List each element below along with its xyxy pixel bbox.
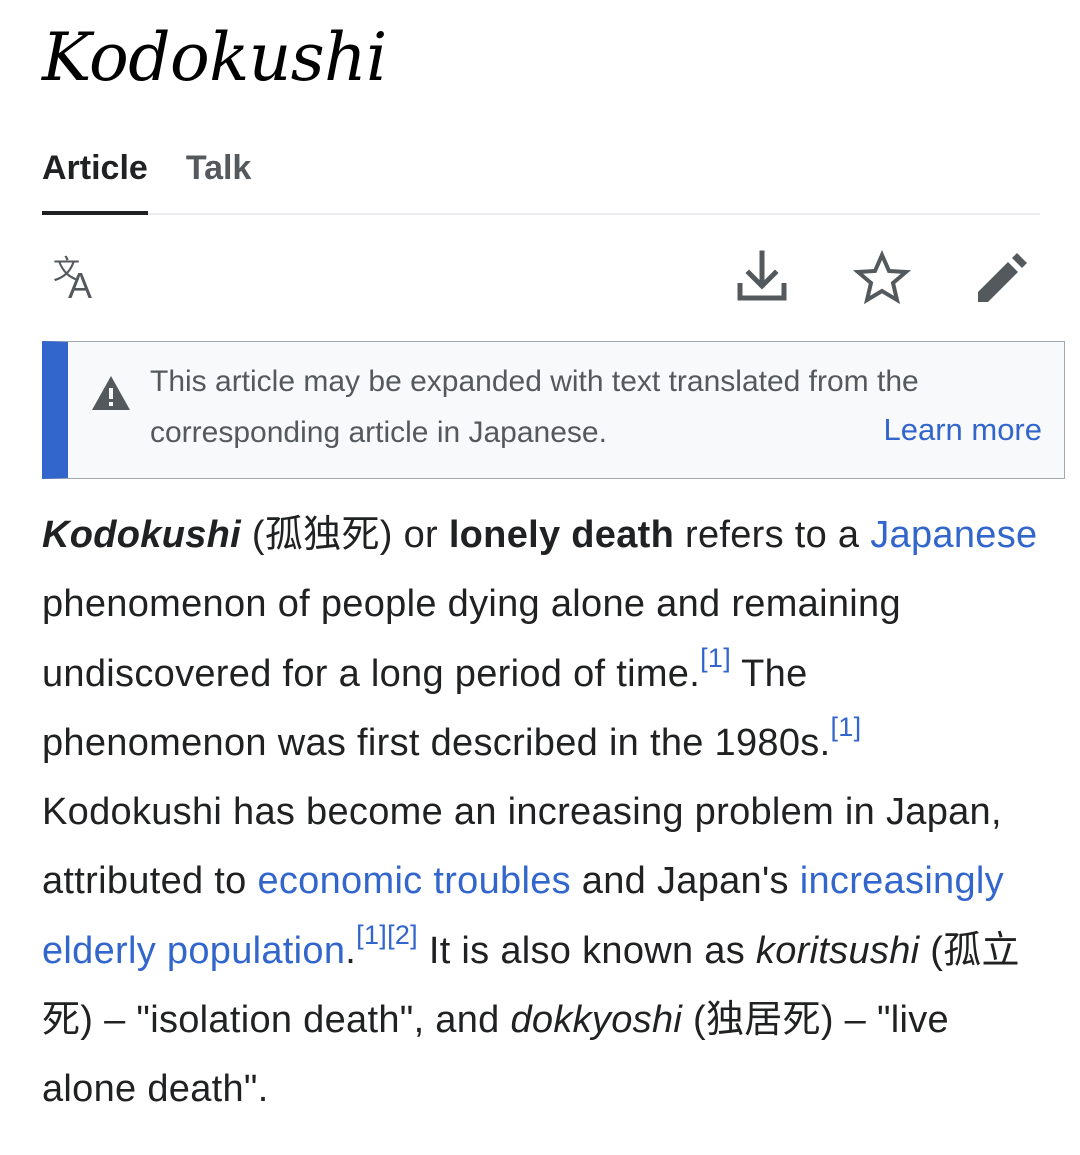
page-title: Kodokushi [42,19,387,96]
text-s4: It is also known as [428,929,746,972]
term-lonely-death: lonely death [448,514,675,556]
citation-1[interactable]: [1] [700,643,731,673]
kanji-kodokushi: (孤独死) [251,514,393,556]
term-koritsushi: koritsushi [755,929,920,972]
text-s3-mid: and Japan's [581,860,789,903]
link-japanese[interactable]: Japanese [870,514,1037,556]
text-refers: refers to a [684,514,860,556]
citation-1[interactable]: [1] [356,920,387,950]
citation-1[interactable]: [1] [830,712,861,742]
citation-2[interactable]: [2] [387,920,418,950]
edit-icon[interactable] [968,245,1034,311]
term-dokkyoshi: dokkyoshi [510,999,683,1042]
page-actions-toolbar: 文 A [42,245,1040,311]
learn-more-link[interactable]: Learn more [853,404,1042,456]
language-icon[interactable]: 文 A [42,245,108,311]
translation-notice: This article may be expanded with text t… [42,341,1065,479]
link-economic-troubles[interactable]: economic troubles [257,860,570,902]
svg-text:A: A [68,265,92,306]
tab-talk[interactable]: Talk [186,140,252,213]
tab-bar: Article Talk [42,140,1040,215]
star-icon[interactable] [849,245,915,311]
download-icon[interactable] [729,245,795,311]
text-s4-mid: – "isolation death", and [104,999,500,1042]
kanji-dokkyoshi: (独居死) [693,999,834,1042]
tab-article[interactable]: Article [42,140,148,215]
term-kodokushi: Kodokushi [42,514,242,556]
warning-icon [90,372,132,414]
text-period: . [345,929,357,972]
article-lead-paragraph: Kodokushi (孤独死) or lonely death refers t… [42,501,1042,1125]
text-or: or [403,514,438,556]
